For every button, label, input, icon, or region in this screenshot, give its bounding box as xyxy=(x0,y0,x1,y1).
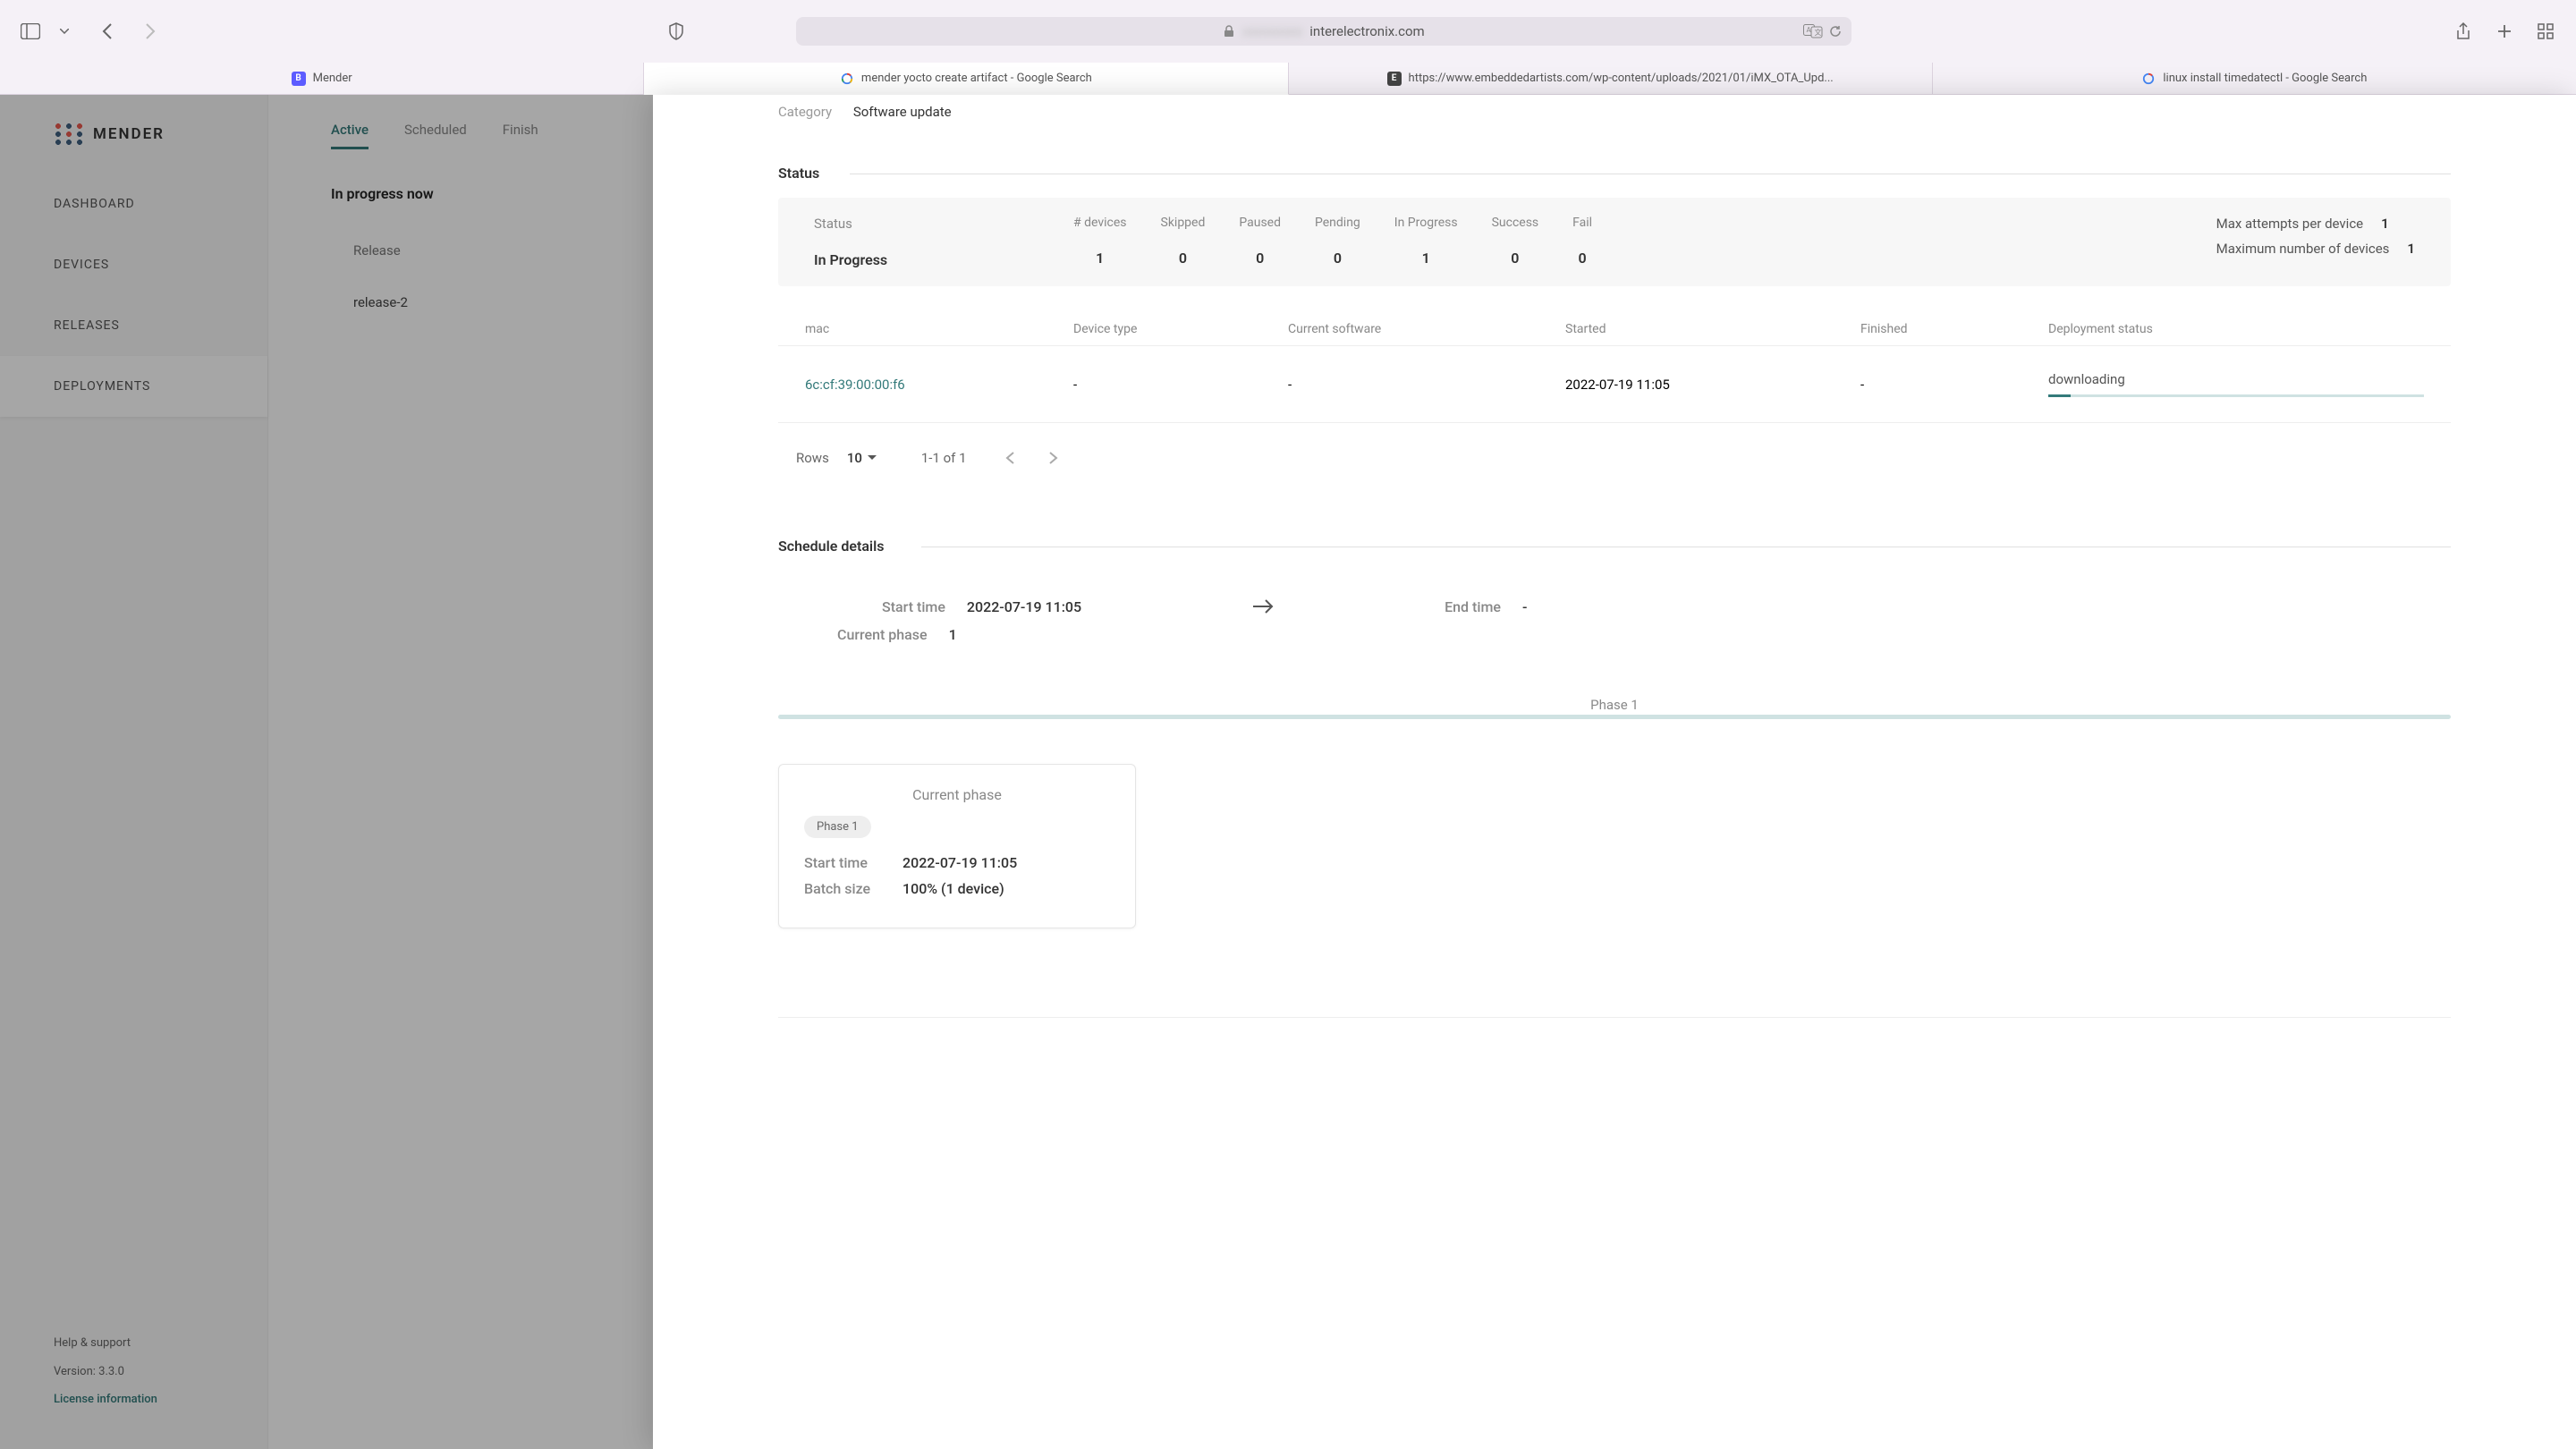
col-pending-value: 0 xyxy=(1315,250,1360,267)
status-label: Status xyxy=(814,216,1073,232)
reload-icon[interactable] xyxy=(1828,24,1843,38)
col-inprogress-value: 1 xyxy=(1394,250,1458,267)
category-row: Category Software update xyxy=(778,95,2451,120)
lock-icon xyxy=(1223,25,1235,38)
phase-bar-line xyxy=(778,715,2451,719)
table-row[interactable]: 6c:cf:39:00:00:f6 - - 2022-07-19 11:05 -… xyxy=(778,346,2451,423)
category-label: Category xyxy=(778,104,832,120)
tab-label: https://www.embeddedartists.com/wp-conte… xyxy=(1409,72,1834,85)
col-devices-label: # devices xyxy=(1073,216,1127,230)
pager-rows-value: 10 xyxy=(847,450,862,466)
phase-badge: Phase 1 xyxy=(804,816,871,838)
max-devices-value: 1 xyxy=(2407,241,2415,257)
tab-label: mender yocto create artifact - Google Se… xyxy=(861,72,1092,85)
new-tab-icon[interactable] xyxy=(2492,19,2517,44)
arrow-right-icon xyxy=(1251,597,1275,615)
back-icon[interactable] xyxy=(95,19,120,44)
svg-text:文: 文 xyxy=(1815,28,1822,37)
cell-status: downloading xyxy=(2048,371,2424,387)
favicon-e-icon: E xyxy=(1387,72,1402,86)
forward-icon[interactable] xyxy=(138,19,163,44)
col-fail-label: Fail xyxy=(1572,216,1592,230)
col-devices-value: 1 xyxy=(1073,250,1127,267)
favicon-bootstrap-icon: B xyxy=(292,72,306,86)
col-paused-value: 0 xyxy=(1239,250,1281,267)
svg-text:A: A xyxy=(1807,26,1812,34)
th-started[interactable]: Started xyxy=(1565,322,1860,336)
shield-icon[interactable] xyxy=(664,19,689,44)
th-device-type[interactable]: Device type xyxy=(1073,322,1288,336)
schedule-end-value: - xyxy=(1522,598,1527,615)
pager-next-icon[interactable] xyxy=(1046,450,1062,466)
max-attempts-value: 1 xyxy=(2381,216,2389,232)
cell-finished: - xyxy=(1860,377,2048,393)
phase-card-title: Current phase xyxy=(804,786,1110,803)
share-icon[interactable] xyxy=(2451,19,2476,44)
phase-batch-value: 100% (1 device) xyxy=(902,880,1004,897)
cell-started: 2022-07-19 11:05 xyxy=(1565,377,1860,393)
max-devices-label: Maximum number of devices xyxy=(2216,241,2390,257)
phase-batch-label: Batch size xyxy=(804,880,885,897)
pager-rows-label: Rows xyxy=(796,450,829,466)
schedule-section-title: Schedule details xyxy=(778,538,2451,555)
col-success-value: 0 xyxy=(1492,250,1539,267)
tab-1[interactable]: mender yocto create artifact - Google Se… xyxy=(644,63,1288,95)
tab-label: Mender xyxy=(313,72,352,85)
th-mac[interactable]: mac xyxy=(805,322,1073,336)
tab-2[interactable]: E https://www.embeddedartists.com/wp-con… xyxy=(1289,63,1933,95)
tab-strip: B Mender mender yocto create artifact - … xyxy=(0,63,2576,95)
col-skipped-label: Skipped xyxy=(1161,216,1206,230)
cell-current-software: - xyxy=(1288,377,1565,393)
th-current-software[interactable]: Current software xyxy=(1288,322,1565,336)
col-pending-label: Pending xyxy=(1315,216,1360,230)
tab-label: linux install timedatectl - Google Searc… xyxy=(2163,72,2367,85)
th-finished[interactable]: Finished xyxy=(1860,322,2048,336)
tab-3[interactable]: linux install timedatectl - Google Searc… xyxy=(1933,63,2576,95)
schedule-phase-value: 1 xyxy=(949,626,957,643)
tab-0[interactable]: B Mender xyxy=(0,63,644,95)
translate-icon[interactable]: A文 xyxy=(1803,24,1823,38)
status-section-title: Status xyxy=(778,165,2451,182)
favicon-google-icon xyxy=(2141,72,2156,86)
col-fail-value: 0 xyxy=(1572,250,1592,267)
col-skipped-value: 0 xyxy=(1161,250,1206,267)
status-value: In Progress xyxy=(814,251,1073,268)
schedule-start-label: Start time xyxy=(882,598,945,615)
pager: Rows 10 1-1 of 1 xyxy=(778,423,2451,493)
category-value: Software update xyxy=(853,104,952,120)
browser-toolbar: xxxxxxxxx interelectronix.com A文 xyxy=(0,0,2576,63)
cell-mac[interactable]: 6c:cf:39:00:00:f6 xyxy=(805,377,1073,393)
col-success-label: Success xyxy=(1492,216,1539,230)
pager-range: 1-1 of 1 xyxy=(921,450,967,466)
schedule-end-label: End time xyxy=(1445,598,1501,615)
tab-overview-icon[interactable] xyxy=(2533,19,2558,44)
phase-bar-label: Phase 1 xyxy=(778,697,2451,713)
address-bar[interactable]: xxxxxxxxx interelectronix.com A文 xyxy=(796,17,1852,46)
schedule-phase-label: Current phase xyxy=(837,626,928,643)
col-paused-label: Paused xyxy=(1239,216,1281,230)
deployment-modal: Category Software update Status Status I… xyxy=(653,95,2576,1449)
dropdown-icon[interactable] xyxy=(52,19,77,44)
status-card: Status In Progress # devices 1 Skipped 0 P… xyxy=(778,198,2451,286)
cell-device-type: - xyxy=(1073,377,1288,393)
phase-start-label: Start time xyxy=(804,854,885,871)
sidebar-toggle-icon[interactable] xyxy=(18,19,43,44)
pager-prev-icon[interactable] xyxy=(1003,450,1019,466)
phase-card: Current phase Phase 1 Start time 2022-07-… xyxy=(778,764,1136,928)
device-table: mac Device type Current software Started… xyxy=(778,313,2451,423)
th-deployment-status[interactable]: Deployment status xyxy=(2048,322,2424,336)
schedule-start-value: 2022-07-19 11:05 xyxy=(967,598,1081,615)
max-attempts-label: Max attempts per device xyxy=(2216,216,2364,232)
pager-rows-select[interactable]: 10 xyxy=(847,450,877,466)
address-host: interelectronix.com xyxy=(1309,23,1424,39)
progress-bar xyxy=(2048,394,2424,397)
address-prefix: xxxxxxxxx xyxy=(1242,23,1302,39)
favicon-google-icon xyxy=(840,72,854,86)
col-inprogress-label: In Progress xyxy=(1394,216,1458,230)
phase-start-value: 2022-07-19 11:05 xyxy=(902,854,1017,871)
chevron-down-icon xyxy=(868,455,877,461)
